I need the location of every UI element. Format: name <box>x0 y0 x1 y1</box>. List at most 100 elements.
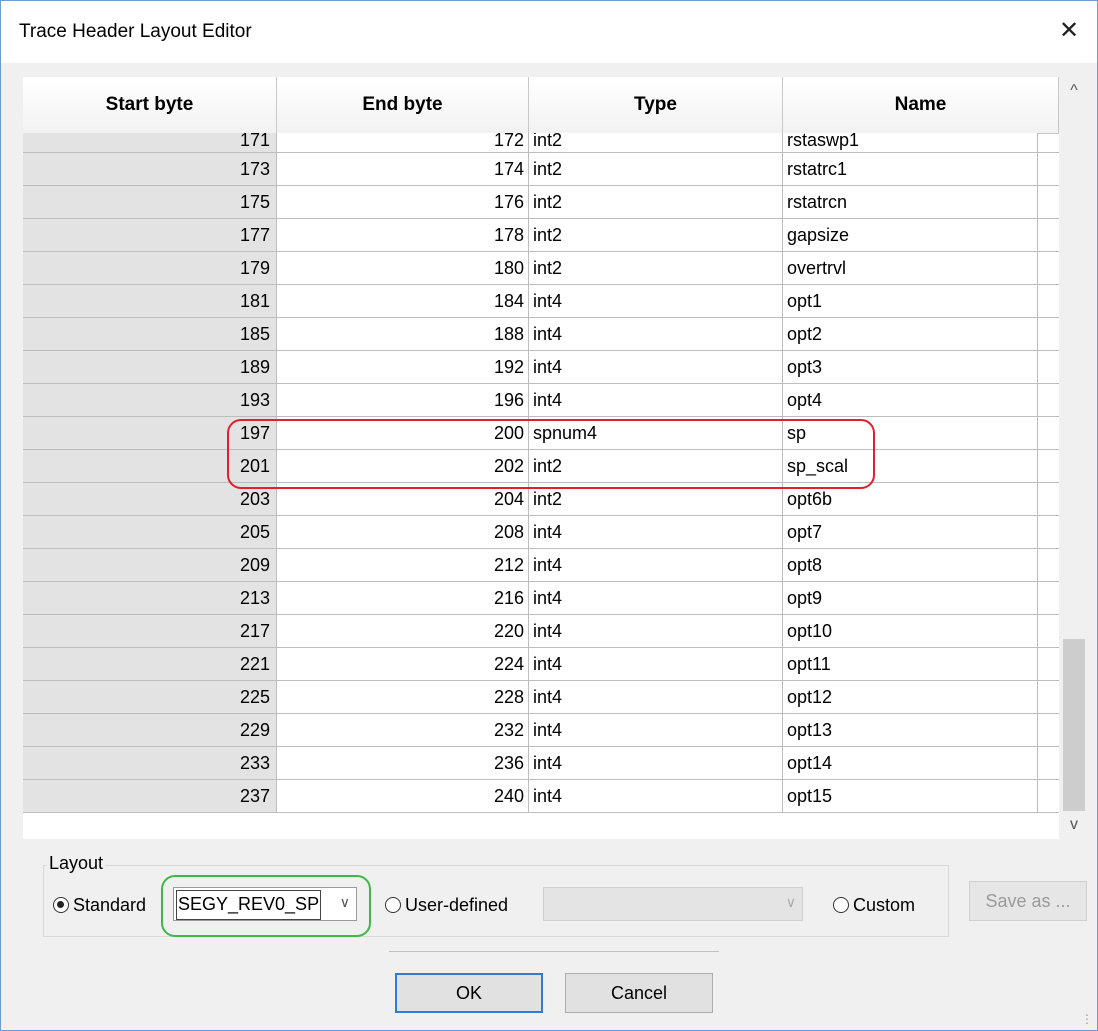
table-row[interactable]: 177 178 int2 gapsize <box>23 219 1059 252</box>
cell-end-byte[interactable]: 232 <box>277 714 529 746</box>
table-row[interactable]: 213 216 int4 opt9 <box>23 582 1059 615</box>
column-header-end-byte[interactable]: End byte <box>277 77 529 133</box>
table-row[interactable]: 173 174 int2 rstatrc1 <box>23 153 1059 186</box>
cell-start-byte[interactable]: 173 <box>23 153 277 185</box>
scroll-thumb[interactable] <box>1063 639 1085 811</box>
cell-end-byte[interactable]: 174 <box>277 153 529 185</box>
scroll-up-icon[interactable]: ^ <box>1061 77 1087 105</box>
column-header-type[interactable]: Type <box>529 77 783 133</box>
cell-end-byte[interactable]: 212 <box>277 549 529 581</box>
scroll-down-icon[interactable]: v <box>1061 811 1087 839</box>
cell-name[interactable]: opt10 <box>783 615 1038 647</box>
table-row[interactable]: 181 184 int4 opt1 <box>23 285 1059 318</box>
cell-type[interactable]: int4 <box>529 384 783 416</box>
cell-start-byte[interactable]: 185 <box>23 318 277 350</box>
custom-radio[interactable] <box>833 897 849 913</box>
cell-start-byte[interactable]: 179 <box>23 252 277 284</box>
cancel-button[interactable]: Cancel <box>565 973 713 1013</box>
ok-button[interactable]: OK <box>395 973 543 1013</box>
cell-end-byte[interactable]: 196 <box>277 384 529 416</box>
cell-type[interactable]: int4 <box>529 582 783 614</box>
cell-end-byte[interactable]: 178 <box>277 219 529 251</box>
table-row[interactable]: 217 220 int4 opt10 <box>23 615 1059 648</box>
cell-start-byte[interactable]: 225 <box>23 681 277 713</box>
cell-name[interactable]: opt3 <box>783 351 1038 383</box>
cell-type[interactable]: int2 <box>529 219 783 251</box>
cell-end-byte[interactable]: 240 <box>277 780 529 812</box>
cell-start-byte[interactable]: 181 <box>23 285 277 317</box>
column-header-start-byte[interactable]: Start byte <box>23 77 277 133</box>
table-row[interactable]: 237 240 int4 opt15 <box>23 780 1059 813</box>
cell-name[interactable]: opt15 <box>783 780 1038 812</box>
cell-type[interactable]: int2 <box>529 133 783 152</box>
cell-end-byte[interactable]: 236 <box>277 747 529 779</box>
cell-name[interactable]: opt1 <box>783 285 1038 317</box>
table-row[interactable]: 179 180 int2 overtrvl <box>23 252 1059 285</box>
cell-type[interactable]: int4 <box>529 681 783 713</box>
cell-name[interactable]: rstatrcn <box>783 186 1038 218</box>
cell-start-byte[interactable]: 221 <box>23 648 277 680</box>
cell-end-byte[interactable]: 180 <box>277 252 529 284</box>
table-row[interactable]: 185 188 int4 opt2 <box>23 318 1059 351</box>
cell-end-byte[interactable]: 188 <box>277 318 529 350</box>
cell-end-byte[interactable]: 172 <box>277 133 529 152</box>
cell-name[interactable]: opt14 <box>783 747 1038 779</box>
cell-end-byte[interactable]: 216 <box>277 582 529 614</box>
cell-name[interactable]: rstaswp1 <box>783 133 1038 152</box>
cell-end-byte[interactable]: 224 <box>277 648 529 680</box>
cell-start-byte[interactable]: 189 <box>23 351 277 383</box>
cell-type[interactable]: int2 <box>529 186 783 218</box>
resize-grip-icon[interactable]: ⋮ <box>1081 1012 1093 1026</box>
cell-start-byte[interactable]: 193 <box>23 384 277 416</box>
cell-type[interactable]: int2 <box>529 252 783 284</box>
user-defined-layout-select[interactable]: ∨ <box>543 887 803 921</box>
cell-name[interactable]: opt2 <box>783 318 1038 350</box>
cell-type[interactable]: int4 <box>529 351 783 383</box>
cell-end-byte[interactable]: 208 <box>277 516 529 548</box>
cell-start-byte[interactable]: 175 <box>23 186 277 218</box>
cell-start-byte[interactable]: 237 <box>23 780 277 812</box>
cell-type[interactable]: int4 <box>529 615 783 647</box>
cell-start-byte[interactable]: 171 <box>23 133 277 152</box>
cell-start-byte[interactable]: 229 <box>23 714 277 746</box>
cell-name[interactable]: opt12 <box>783 681 1038 713</box>
cell-type[interactable]: int4 <box>529 549 783 581</box>
cell-start-byte[interactable]: 205 <box>23 516 277 548</box>
cell-end-byte[interactable]: 192 <box>277 351 529 383</box>
cell-start-byte[interactable]: 177 <box>23 219 277 251</box>
cell-start-byte[interactable]: 233 <box>23 747 277 779</box>
cell-type[interactable]: int4 <box>529 747 783 779</box>
table-row[interactable]: 189 192 int4 opt3 <box>23 351 1059 384</box>
cell-type[interactable]: int4 <box>529 714 783 746</box>
table-row[interactable]: 205 208 int4 opt7 <box>23 516 1059 549</box>
column-header-name[interactable]: Name <box>783 77 1059 133</box>
table-row[interactable]: 225 228 int4 opt12 <box>23 681 1059 714</box>
table-row[interactable]: 171 172 int2 rstaswp1 <box>23 133 1059 153</box>
cell-type[interactable]: int4 <box>529 285 783 317</box>
cell-type[interactable]: int4 <box>529 516 783 548</box>
cell-name[interactable]: overtrvl <box>783 252 1038 284</box>
standard-radio[interactable] <box>53 897 69 913</box>
vertical-scrollbar[interactable]: ^ v <box>1061 77 1087 839</box>
cell-name[interactable]: opt8 <box>783 549 1038 581</box>
cell-start-byte[interactable]: 209 <box>23 549 277 581</box>
cell-end-byte[interactable]: 220 <box>277 615 529 647</box>
cell-end-byte[interactable]: 184 <box>277 285 529 317</box>
cell-type[interactable]: int4 <box>529 780 783 812</box>
close-icon[interactable]: ✕ <box>1049 13 1089 49</box>
cell-end-byte[interactable]: 228 <box>277 681 529 713</box>
cell-name[interactable]: rstatrc1 <box>783 153 1038 185</box>
cell-name[interactable]: gapsize <box>783 219 1038 251</box>
cell-name[interactable]: opt9 <box>783 582 1038 614</box>
table-row[interactable]: 193 196 int4 opt4 <box>23 384 1059 417</box>
table-row[interactable]: 221 224 int4 opt11 <box>23 648 1059 681</box>
cell-name[interactable]: opt7 <box>783 516 1038 548</box>
table-row[interactable]: 233 236 int4 opt14 <box>23 747 1059 780</box>
cell-start-byte[interactable]: 213 <box>23 582 277 614</box>
cell-name[interactable]: opt13 <box>783 714 1038 746</box>
cell-end-byte[interactable]: 176 <box>277 186 529 218</box>
table-row[interactable]: 209 212 int4 opt8 <box>23 549 1059 582</box>
cell-type[interactable]: int4 <box>529 648 783 680</box>
cell-name[interactable]: opt11 <box>783 648 1038 680</box>
table-row[interactable]: 175 176 int2 rstatrcn <box>23 186 1059 219</box>
